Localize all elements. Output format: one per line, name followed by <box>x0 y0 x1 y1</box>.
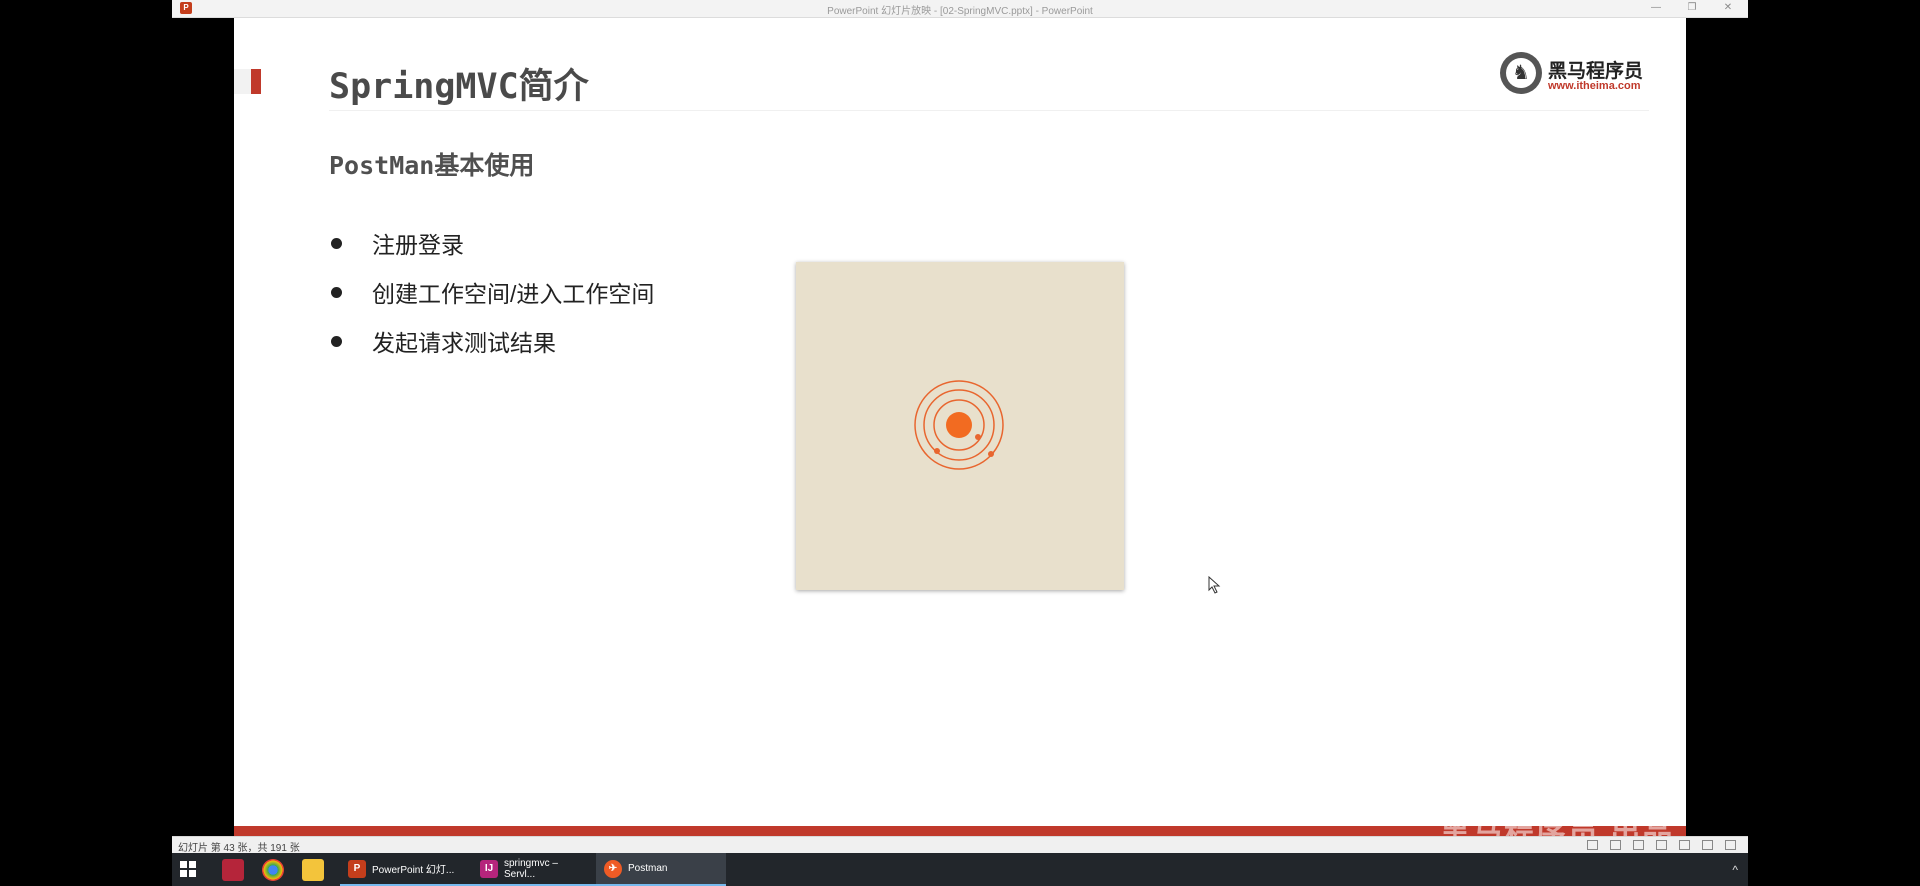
logo-brand-name: 黑马程序员 <box>1548 61 1644 82</box>
sorter-view-icon[interactable] <box>1610 840 1621 850</box>
taskbar-app-label: Postman <box>628 863 668 874</box>
slide-counter: 幻灯片 第 43 张，共 191 张 <box>178 843 300 854</box>
windows-taskbar: P PowerPoint 幻灯... IJ springmvc – Servl.… <box>172 853 1748 886</box>
powerpoint-icon: P <box>348 859 366 878</box>
title-accent-bar <box>251 69 261 94</box>
slideshow-view-icon[interactable] <box>1656 840 1667 850</box>
chrome-icon[interactable] <box>262 859 284 881</box>
slide-left-margin <box>172 18 234 836</box>
view-controls <box>1587 840 1736 850</box>
fit-window-icon[interactable] <box>1725 840 1736 850</box>
title-divider <box>329 110 1649 111</box>
intellij-icon: IJ <box>480 859 498 878</box>
itheima-logo: ♞ 黑马程序员 www.itheima.com <box>1500 52 1648 96</box>
close-button[interactable]: ✕ <box>1718 1 1738 15</box>
zoom-in-icon[interactable] <box>1702 840 1713 850</box>
horse-icon: ♞ <box>1512 62 1530 84</box>
postman-loading-image <box>796 262 1124 590</box>
file-explorer-icon[interactable] <box>302 859 324 881</box>
pinned-app-icon[interactable] <box>222 859 244 881</box>
slide-title: SpringMVC简介 <box>329 67 589 107</box>
bullet-text: 发起请求测试结果 <box>372 330 556 356</box>
tray-overflow-icon[interactable]: ^ <box>1732 863 1738 877</box>
normal-view-icon[interactable] <box>1587 840 1598 850</box>
bullet-text: 注册登录 <box>372 232 464 258</box>
slide-right-margin <box>1686 18 1748 836</box>
window-title-bar: P PowerPoint 幻灯片放映 - [02-SpringMVC.pptx]… <box>172 0 1748 18</box>
windows-start-icon[interactable] <box>180 861 196 877</box>
taskbar-app-powerpoint[interactable]: P PowerPoint 幻灯... <box>340 853 472 886</box>
restore-button[interactable]: ❐ <box>1682 1 1702 15</box>
status-bar: 幻灯片 第 43 张，共 191 张 <box>172 836 1748 854</box>
logo-url: www.itheima.com <box>1548 80 1641 92</box>
orbit-loader-icon <box>914 380 1004 470</box>
zoom-out-icon[interactable] <box>1679 840 1690 850</box>
postman-icon: ✈ <box>604 859 622 878</box>
taskbar-app-label: PowerPoint 幻灯... <box>372 865 455 876</box>
taskbar-app-postman[interactable]: ✈ Postman <box>596 853 726 886</box>
title-accent-shadow <box>234 69 251 94</box>
slide-subtitle: PostMan基本使用 <box>329 151 535 180</box>
taskbar-app-label: springmvc – Servl... <box>504 857 558 880</box>
bullet-text: 创建工作空间/进入工作空间 <box>372 281 655 307</box>
minimize-button[interactable]: — <box>1646 1 1666 15</box>
bullet-dot-icon <box>331 238 342 249</box>
bullet-dot-icon <box>331 336 342 347</box>
bullet-dot-icon <box>331 287 342 298</box>
taskbar-app-intellij[interactable]: IJ springmvc – Servl... <box>472 853 596 886</box>
window-title: PowerPoint 幻灯片放映 - [02-SpringMVC.pptx] -… <box>827 6 1093 17</box>
mouse-cursor-icon <box>1208 576 1221 594</box>
reading-view-icon[interactable] <box>1633 840 1644 850</box>
